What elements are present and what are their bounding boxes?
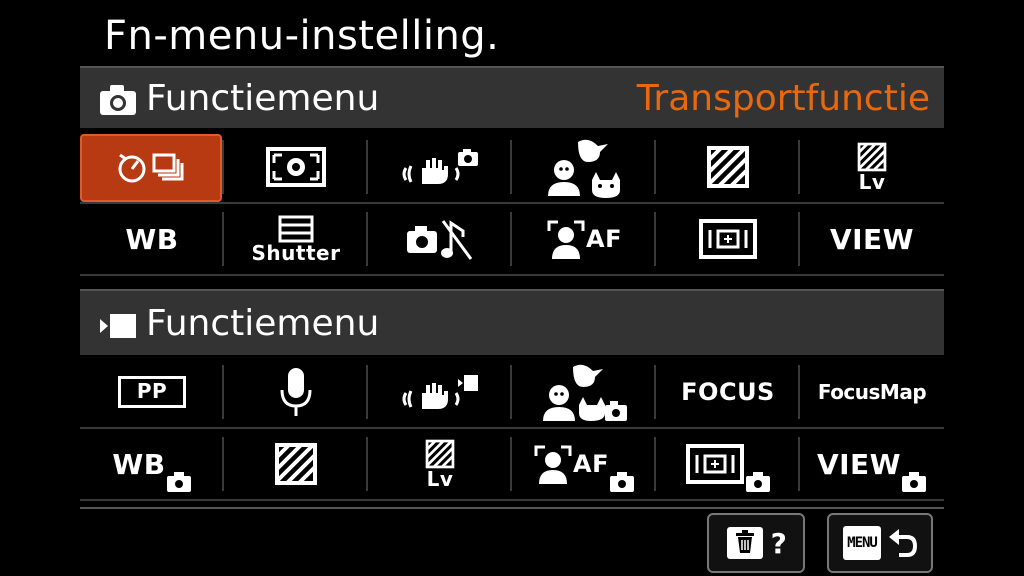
fn-slot-subject-detect[interactable] [512,132,656,204]
face-af-label: AF [586,225,622,253]
hatched-square-icon [425,439,455,469]
self-timer-continuous-icon [118,153,184,183]
fn-slot-white-balance[interactable]: WB [80,204,224,276]
camera-mute-icon [407,220,473,260]
live-view-label: Lv [858,170,886,194]
delete-help-button[interactable]: ? [707,513,805,573]
fn-slot-shutter-type[interactable]: Shutter [224,204,368,276]
focus-map-label: FocusMap [817,380,927,404]
face-af-icon [547,220,585,259]
camera-icon [100,85,136,115]
menu-label: MENU [847,535,878,551]
photo-function-menu-header: Functiemenu Transportfunctie [80,66,944,128]
white-balance-label: WB [125,222,179,256]
face-af-icon [534,445,572,484]
focus-area-icon [686,444,744,484]
camera-icon [609,472,634,492]
focus-area-icon [699,219,757,259]
help-label: ? [770,526,788,560]
subject-detect-icon [543,364,627,421]
fn-slot-focus-area-photo[interactable] [656,429,800,501]
fn-slot-subject-detect-movie[interactable] [512,357,656,429]
fn-slot-white-balance-photo[interactable]: WB [80,429,224,501]
focus-label: FOCUS [681,378,775,406]
fn-slot-metering[interactable] [224,132,368,204]
fn-slot-silent-mode[interactable] [368,204,512,276]
shutter-label: Shutter [251,241,341,265]
movie-function-grid: PP FOCUS FocusMap WB Lv AF VIEW [80,357,944,501]
metering-icon [266,147,326,187]
fn-slot-picture-effect-photo[interactable] [224,429,368,501]
hatched-square-icon [857,142,887,172]
steadyshot-photo-icon [402,149,478,184]
fn-slot-focus-map[interactable]: FocusMap [800,357,944,429]
fn-slot-face-af-photo[interactable]: AF [512,429,656,501]
fn-slot-face-af[interactable]: AF [512,204,656,276]
fn-slot-live-view-photo[interactable]: Lv [368,429,512,501]
hatched-square-icon [275,443,317,485]
fn-slot-picture-effect[interactable] [656,132,800,204]
view-label: VIEW [816,447,902,481]
fn-slot-focus-mode[interactable]: FOCUS [656,357,800,429]
footer-divider [80,507,944,509]
fn-slot-drive-mode[interactable] [80,132,224,204]
steadyshot-movie-icon [402,375,478,409]
shutter-icon [278,215,314,243]
camera-icon [166,472,191,492]
movie-icon [100,314,136,338]
fn-slot-view-mode-photo[interactable]: VIEW [800,429,944,501]
movie-section-title: Functiemenu [146,303,380,344]
selected-item-name: Transportfunctie [636,78,930,119]
fn-slot-steadyshot-movie[interactable] [368,357,512,429]
subject-detect-icon [548,139,620,198]
hatched-square-icon [707,146,749,188]
page-title: Fn-menu-instelling. [104,13,500,59]
fn-slot-steadyshot[interactable] [368,132,512,204]
movie-function-menu-header: Functiemenu [80,289,944,355]
camera-icon [902,472,927,492]
trash-icon [726,527,763,559]
photo-function-grid: Lv WB Shutter AF VIEW [80,132,944,276]
fn-slot-audio[interactable] [224,357,368,429]
face-af-label: AF [573,450,609,478]
fn-slot-view-mode[interactable]: VIEW [800,204,944,276]
live-view-label: Lv [426,467,454,491]
fn-slot-live-view[interactable]: Lv [800,132,944,204]
fn-slot-picture-profile[interactable]: PP [80,357,224,429]
white-balance-label: WB [112,447,166,481]
return-arrow-icon [888,529,917,557]
view-label: VIEW [829,222,915,256]
microphone-icon [280,368,312,416]
photo-section-title: Functiemenu [146,78,380,119]
picture-profile-label: PP [136,379,168,403]
fn-slot-focus-area[interactable] [656,204,800,276]
menu-back-button[interactable]: MENU [827,513,933,573]
camera-icon [746,472,770,492]
